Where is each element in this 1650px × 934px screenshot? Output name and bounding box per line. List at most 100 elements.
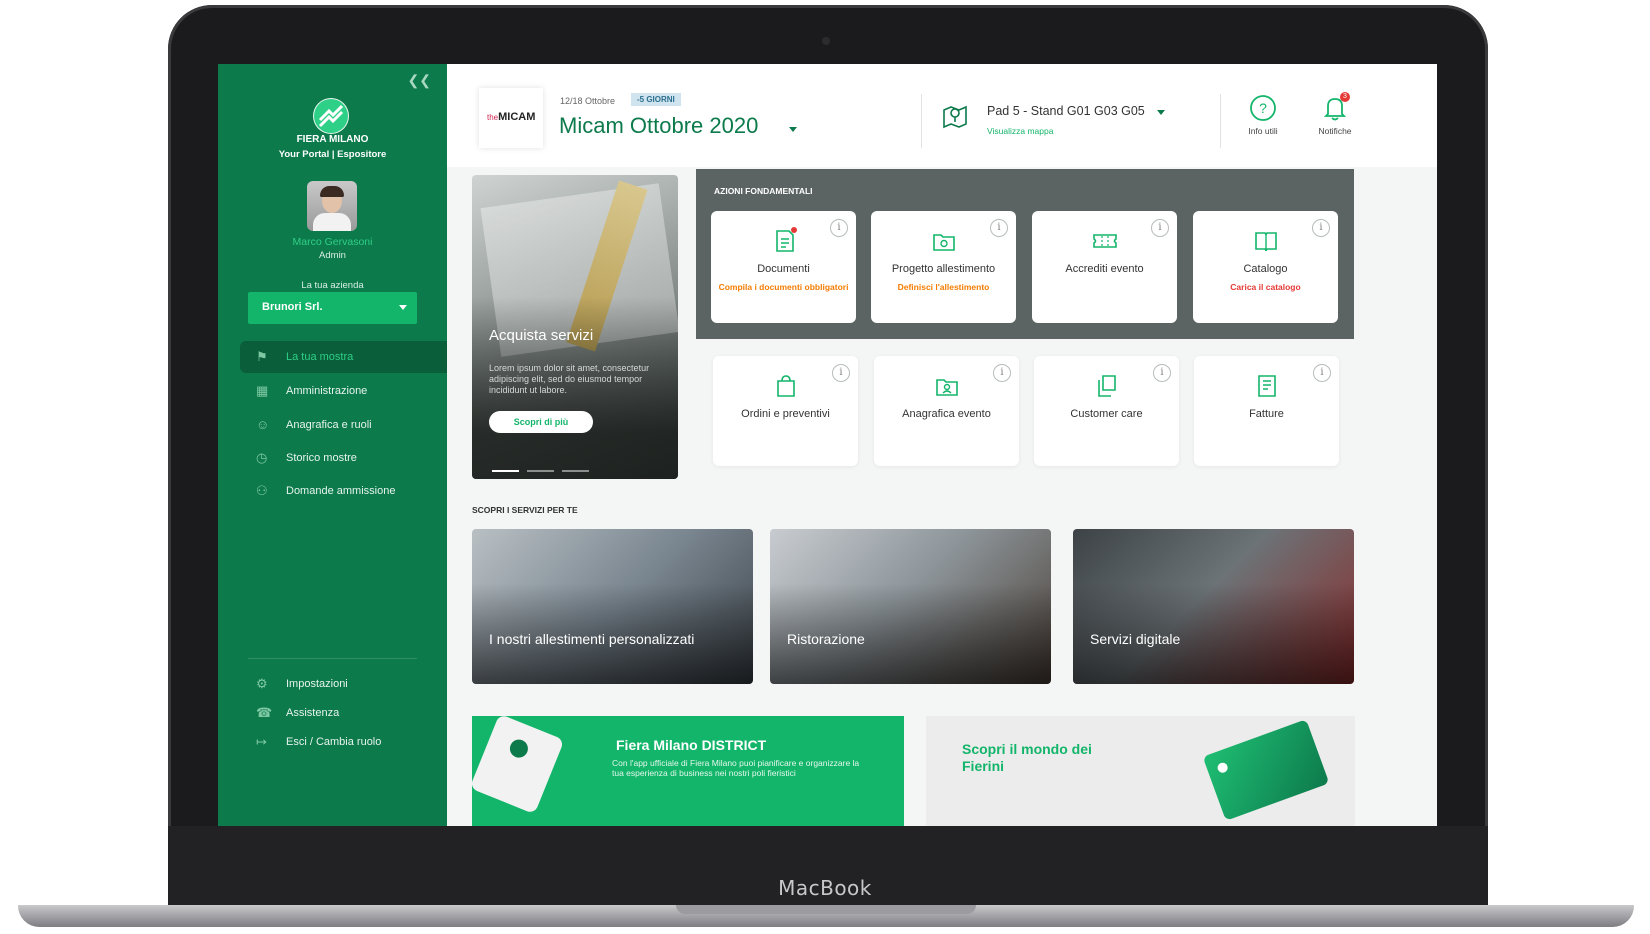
event-header: theMICAM 12/18 Ottobre -5 GIORNI Micam O… (447, 64, 1437, 167)
info-icon[interactable]: i (1153, 364, 1171, 382)
event-date: 12/18 Ottobre (560, 96, 616, 106)
carousel-dot[interactable] (562, 470, 589, 472)
promo-text: Lorem ipsum dolor sit amet, consectetur … (489, 363, 650, 395)
laptop-notch (676, 905, 976, 914)
brand-name: FIERA MILANO (296, 134, 369, 145)
info-icon[interactable]: i (1312, 219, 1330, 237)
service-title: Servizi digitale (1090, 631, 1181, 647)
user-name: Marco Gervasoni (292, 236, 373, 248)
action-sublabel: Compila i documenti obbligatori (718, 282, 849, 292)
event-title[interactable]: Micam Ottobre 2020 (559, 113, 758, 139)
sidebar-item-storico[interactable]: ◷ Storico mostre (240, 442, 447, 474)
info-icon[interactable]: i (830, 219, 848, 237)
sidebar-item-label: Domande ammissione (286, 485, 396, 497)
carousel-dot[interactable] (492, 470, 519, 472)
sidebar-item-label: Amministrazione (286, 385, 368, 397)
fierini-title: Scopri il mondo dei Fierini (962, 741, 1092, 774)
company-select-value: Brunori Srl. (262, 301, 323, 313)
action-card-progetto[interactable]: i Progetto allestimento Definisci l'alle… (871, 211, 1016, 323)
book-icon (1254, 232, 1277, 252)
card-shade (472, 529, 753, 684)
action-card-customer-care[interactable]: i Customer care (1034, 356, 1179, 466)
sidebar-item-label: Impostazioni (286, 678, 348, 690)
avatar[interactable] (307, 181, 357, 231)
folder-gear-icon (932, 234, 955, 251)
card-shade (770, 529, 1051, 684)
logout-icon: ↦ (256, 734, 267, 749)
fierini-banner[interactable]: Scopri il mondo dei Fierini (926, 716, 1355, 826)
district-banner[interactable]: Fiera Milano DISTRICT Con l'app ufficial… (472, 716, 904, 826)
action-label: Ordini e preventivi (741, 408, 830, 420)
info-icon[interactable]: i (1313, 364, 1331, 382)
gear-icon: ⚙ (256, 676, 268, 691)
service-title: Ristorazione (787, 631, 865, 647)
info-button[interactable]: ? Info utili (1231, 94, 1295, 146)
user-role: Admin (319, 250, 346, 261)
notifications-button[interactable]: 3 Notifiche (1303, 92, 1367, 146)
promo-carousel[interactable]: Acquista servizi Lorem ipsum dolor sit a… (472, 175, 678, 479)
sidebar-item-label: Anagrafica e ruoli (286, 419, 372, 431)
sidebar: ❮❮ FIERA MILANO Your Portal | Espositore… (218, 64, 447, 826)
ticket-icon (1092, 234, 1117, 248)
stand-selector[interactable]: Pad 5 - Stand G01 G03 G05 (987, 104, 1145, 118)
sidebar-item-assistenza[interactable]: ☎ Assistenza (240, 697, 447, 729)
services-section-title: SCOPRI I SERVIZI PER TE (472, 505, 578, 515)
carousel-dot[interactable] (527, 470, 554, 472)
promo-cta-button[interactable]: Scopri di più (489, 411, 593, 433)
action-label: Anagrafica evento (902, 408, 991, 420)
notifications-label: Notifiche (1318, 126, 1352, 136)
view-map-link[interactable]: Visualizza mappa (987, 126, 1053, 136)
notification-count-badge: 3 (1340, 92, 1350, 102)
district-text: Con l'app ufficiale di Fiera Milano puoi… (612, 758, 860, 778)
collapse-sidebar-icon[interactable]: ❮❮ (408, 72, 431, 89)
event-logo-prefix: the (487, 113, 499, 122)
sidebar-item-label: Assistenza (286, 707, 340, 719)
id-folder-icon (935, 379, 958, 396)
service-card-ristorazione[interactable]: Ristorazione (770, 529, 1051, 684)
event-logo[interactable]: theMICAM (479, 88, 543, 148)
action-card-ordini[interactable]: i Ordini e preventivi (713, 356, 858, 466)
action-card-documenti[interactable]: i Documenti Compila i documenti obbligat… (711, 211, 856, 323)
calendar-icon: ▦ (256, 383, 269, 398)
map-pin-icon (943, 105, 967, 129)
stand-caret-down-icon[interactable] (1157, 110, 1165, 115)
info-label: Info utili (1248, 126, 1278, 136)
sidebar-item-la-tua-mostra[interactable]: ⚑ La tua mostra (240, 341, 447, 373)
sidebar-item-esci[interactable]: ↦ Esci / Cambia ruolo (240, 726, 447, 758)
service-title: I nostri allestimenti personalizzati (489, 631, 695, 647)
sidebar-item-impostazioni[interactable]: ⚙ Impostazioni (240, 668, 447, 700)
info-icon[interactable]: i (832, 364, 850, 382)
action-label: Documenti (757, 263, 810, 275)
info-icon[interactable]: i (1151, 219, 1169, 237)
action-card-accrediti[interactable]: i Accrediti evento (1032, 211, 1177, 323)
service-card-digitale[interactable]: Servizi digitale (1073, 529, 1354, 684)
help-icon: ? (1250, 95, 1276, 121)
action-label: Customer care (1070, 408, 1143, 420)
action-card-catalogo[interactable]: i Catalogo Carica il catalogo (1193, 211, 1338, 323)
sidebar-item-label: La tua mostra (286, 351, 354, 363)
fierini-card-illustration (1202, 719, 1330, 821)
info-icon[interactable]: i (993, 364, 1011, 382)
action-label: Catalogo (1243, 263, 1288, 275)
sidebar-item-anagrafica[interactable]: ☺ Anagrafica e ruoli (240, 409, 447, 441)
company-label: La tua azienda (301, 280, 364, 291)
event-caret-down-icon[interactable] (789, 127, 797, 132)
phone-illustration (472, 716, 565, 815)
action-card-fatture[interactable]: i Fatture (1194, 356, 1339, 466)
fiera-milano-logo[interactable] (313, 98, 349, 134)
district-title: Fiera Milano DISTRICT (616, 737, 767, 753)
caret-down-icon (399, 305, 407, 310)
app-logo-dot (507, 736, 531, 761)
copies-icon (1097, 375, 1116, 397)
service-card-allestimenti[interactable]: I nostri allestimenti personalizzati (472, 529, 753, 684)
sidebar-item-amministrazione[interactable]: ▦ Amministrazione (240, 375, 447, 407)
screen: ❮❮ FIERA MILANO Your Portal | Espositore… (218, 64, 1437, 826)
action-card-anagrafica-evento[interactable]: i Anagrafica evento (874, 356, 1019, 466)
alert-dot (791, 227, 797, 233)
header-divider (921, 94, 922, 148)
company-select[interactable]: Brunori Srl. (248, 292, 417, 324)
action-label: Fatture (1249, 408, 1284, 420)
sidebar-item-domande[interactable]: ⚇ Domande ammissione (240, 475, 447, 507)
event-logo-name: MICAM (498, 111, 536, 123)
info-icon[interactable]: i (990, 219, 1008, 237)
